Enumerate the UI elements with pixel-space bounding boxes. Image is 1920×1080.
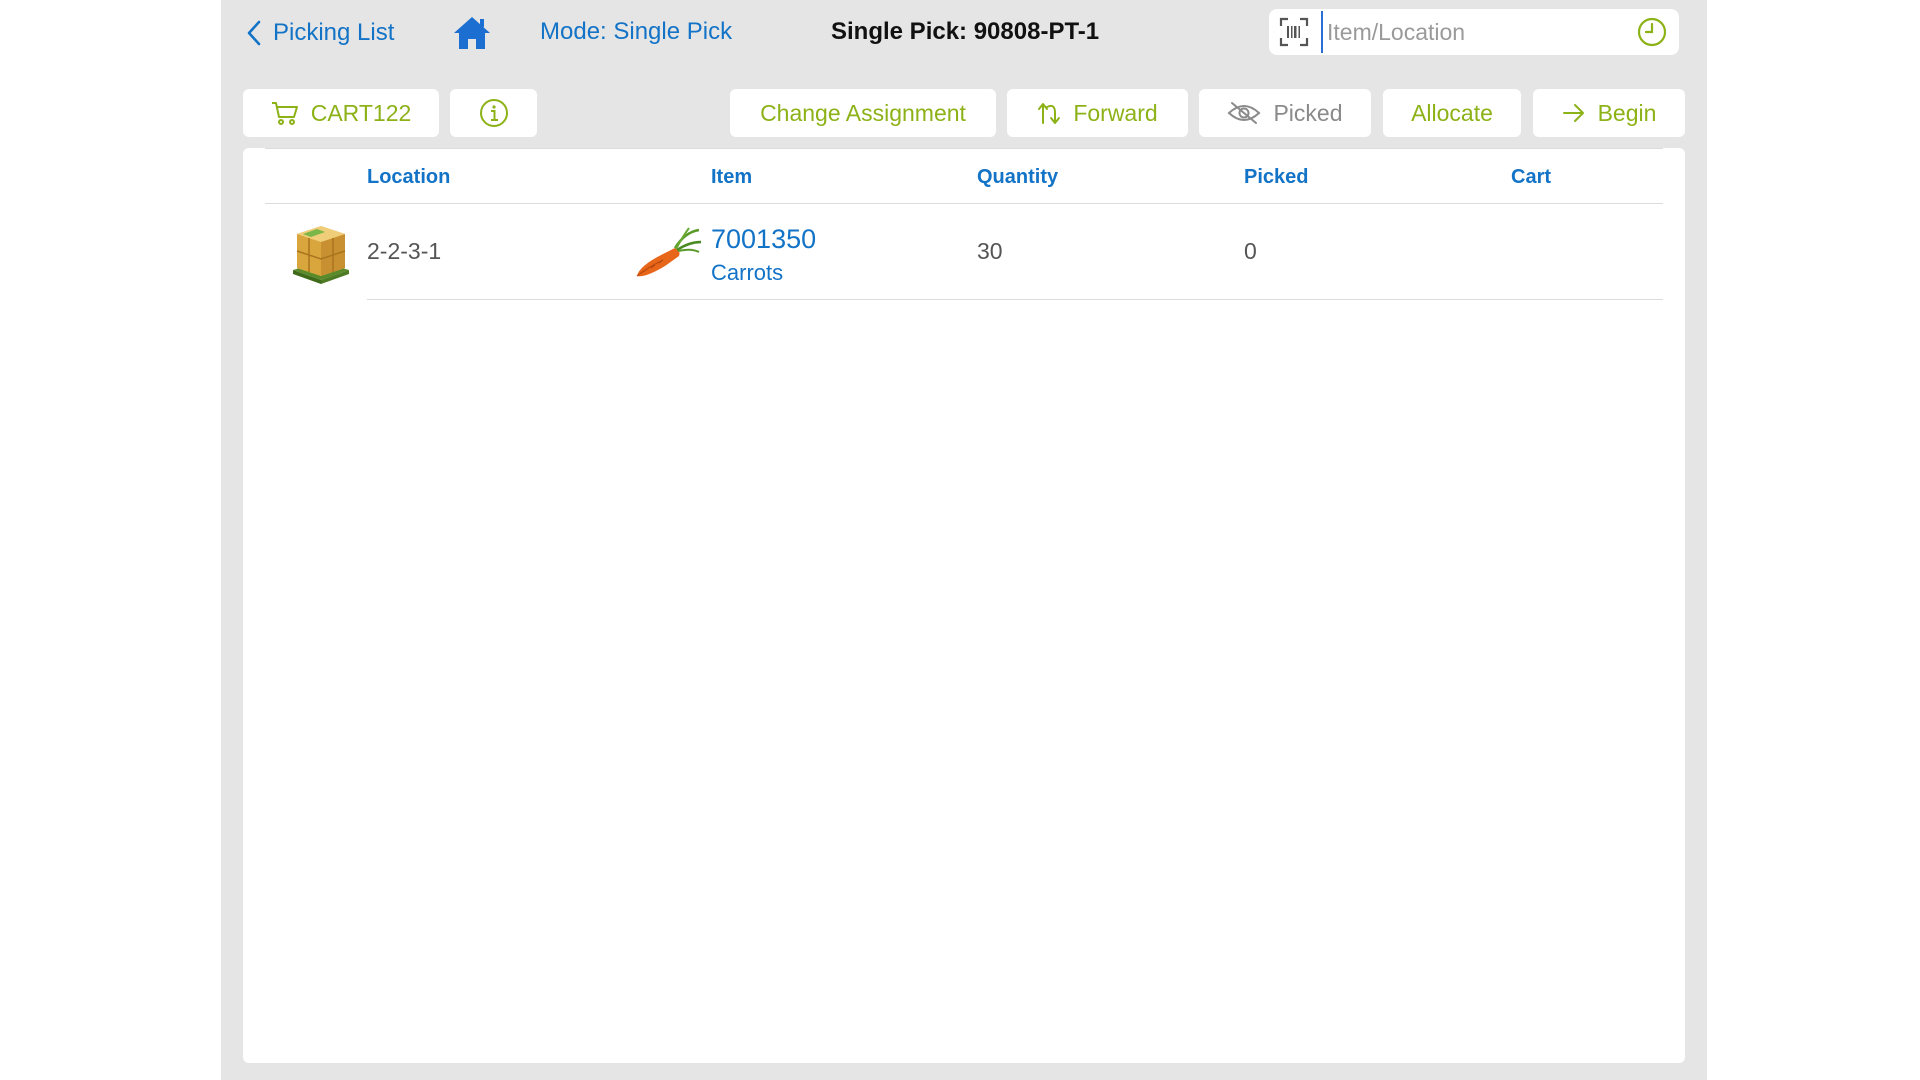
location-cell: 2-2-3-1 xyxy=(367,238,442,264)
shopping-cart-icon xyxy=(271,102,298,125)
allocate-button-label: Allocate xyxy=(1411,99,1493,126)
chevron-left-icon xyxy=(247,20,261,46)
carrot-icon xyxy=(636,227,701,277)
column-header-location[interactable]: Location xyxy=(367,166,450,189)
column-header-quantity[interactable]: Quantity xyxy=(977,166,1058,189)
pallet-boxes-icon xyxy=(293,226,349,284)
back-button-label: Picking List xyxy=(273,19,395,46)
column-header-picked[interactable]: Picked xyxy=(1244,166,1308,189)
home-icon xyxy=(454,17,490,49)
forward-button[interactable]: Forward xyxy=(1007,89,1188,137)
page-title: Single Pick: 90808-PT-1 xyxy=(831,18,1100,45)
cart-button-label: CART122 xyxy=(310,99,412,126)
info-button[interactable] xyxy=(450,89,537,137)
eye-slash-icon xyxy=(1228,102,1261,124)
table-row[interactable]: 2-2-3-1 7001350 Carrots 30 0 xyxy=(265,204,1663,300)
column-header-item[interactable]: Item xyxy=(711,166,752,189)
clock-icon xyxy=(1637,17,1667,47)
change-assignment-label: Change Assignment xyxy=(760,99,966,126)
back-button[interactable]: Picking List xyxy=(247,14,394,52)
picked-button-label: Picked xyxy=(1273,99,1343,126)
mode-selector[interactable]: Mode: Single Pick xyxy=(540,18,732,46)
quantity-cell: 30 xyxy=(977,238,1003,264)
search-input[interactable] xyxy=(1321,11,1635,53)
top-nav: Picking List Mode: Single Pick Single Pi… xyxy=(221,0,1707,66)
home-button[interactable] xyxy=(452,13,492,53)
column-header-cart[interactable]: Cart xyxy=(1511,166,1551,189)
arrow-right-icon xyxy=(1562,104,1584,122)
forward-button-label: Forward xyxy=(1073,99,1158,126)
item-name: Carrots xyxy=(711,260,784,285)
history-button[interactable] xyxy=(1635,15,1669,49)
search-box xyxy=(1269,9,1679,55)
begin-button-label: Begin xyxy=(1597,99,1657,126)
barcode-scan-button[interactable] xyxy=(1277,15,1311,49)
info-icon xyxy=(479,99,508,127)
row-divider xyxy=(367,299,1663,300)
picked-cell: 0 xyxy=(1244,238,1257,264)
app-container: Picking List Mode: Single Pick Single Pi… xyxy=(221,0,1707,1080)
allocate-button[interactable]: Allocate xyxy=(1383,89,1521,137)
forward-arrows-icon xyxy=(1038,103,1061,124)
picked-toggle-button[interactable]: Picked xyxy=(1199,89,1371,137)
barcode-scan-icon xyxy=(1279,17,1309,47)
pick-list-card: Location Item Quantity Picked Cart 2-2-3… xyxy=(243,148,1685,1063)
item-code-link[interactable]: 7001350 xyxy=(711,224,816,255)
cart-button[interactable]: CART122 xyxy=(243,89,439,137)
table-header: Location Item Quantity Picked Cart xyxy=(265,148,1663,204)
begin-button[interactable]: Begin xyxy=(1533,89,1685,137)
change-assignment-button[interactable]: Change Assignment xyxy=(730,89,996,137)
